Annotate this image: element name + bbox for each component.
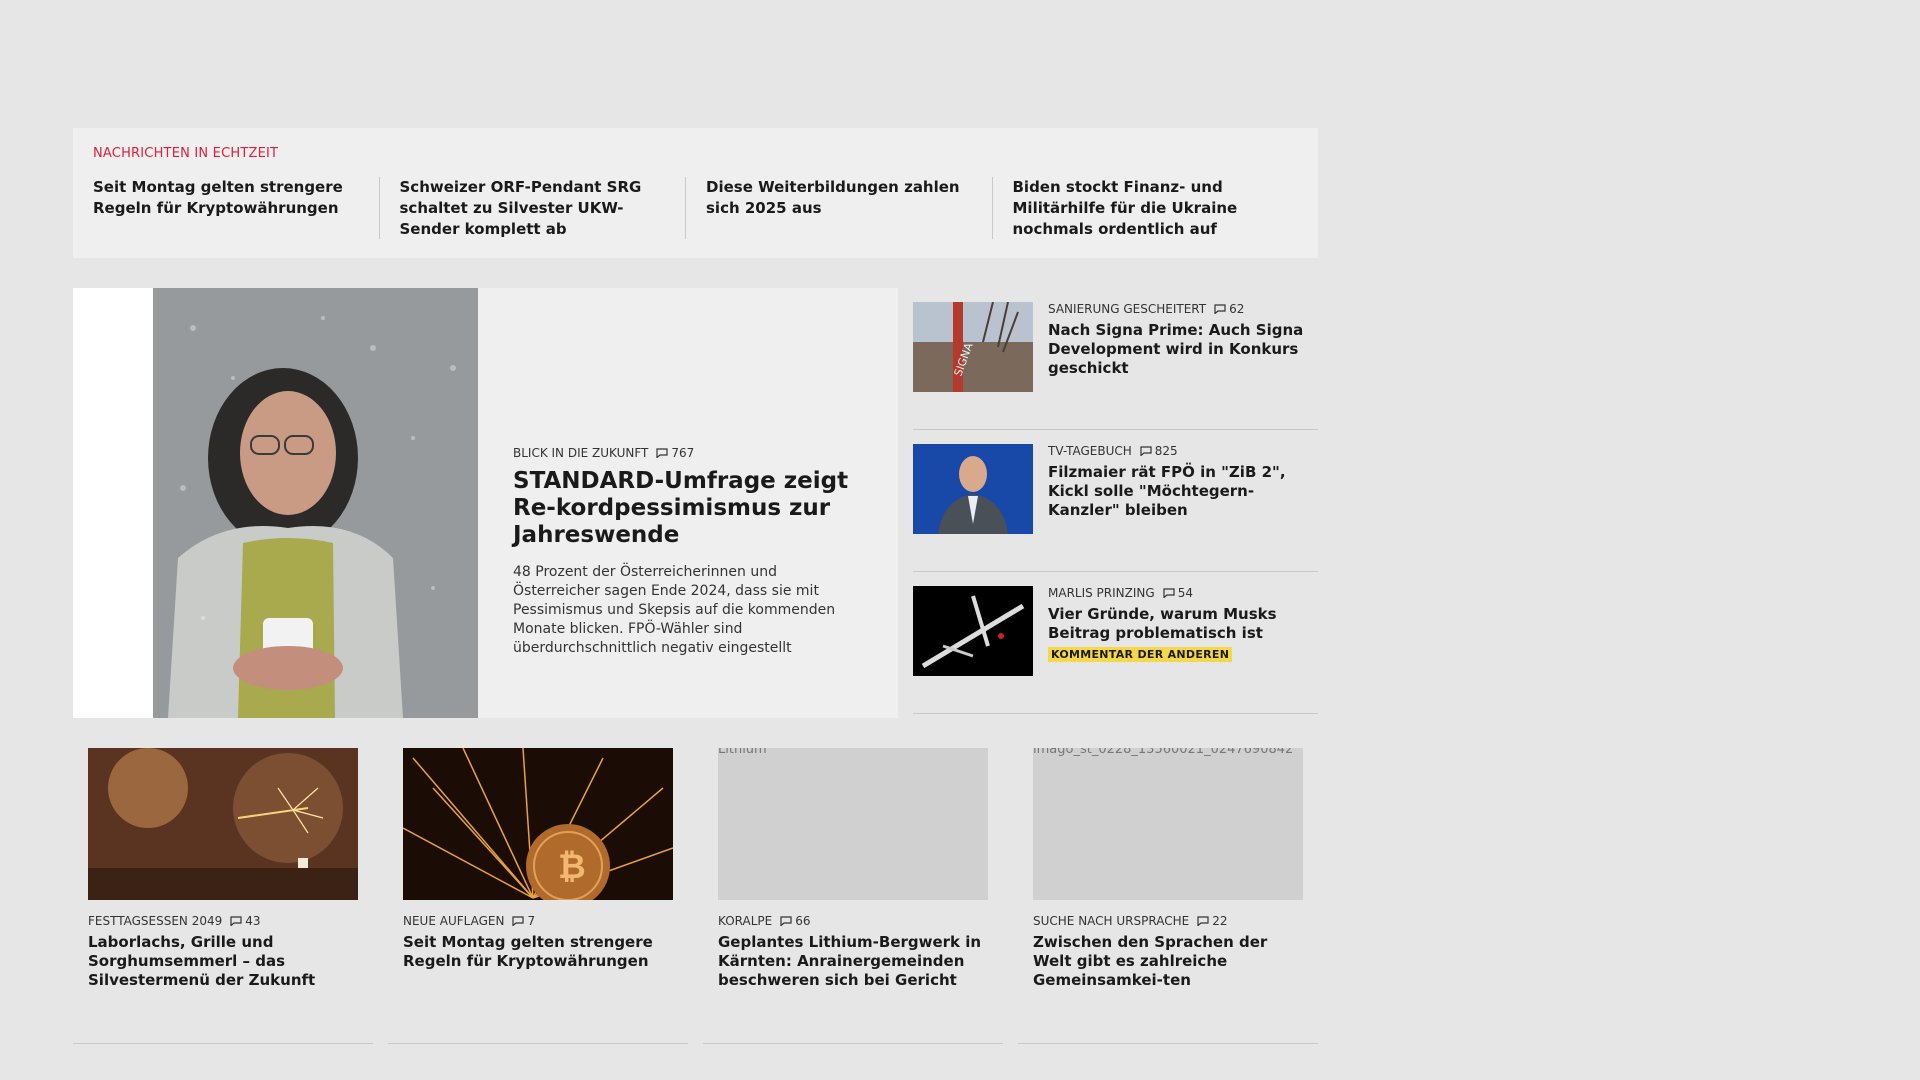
comment-count-value: 22: [1212, 914, 1228, 928]
live-item[interactable]: Biden stockt Finanz- und Militärhilfe fü…: [1013, 177, 1299, 240]
comment-icon: [1163, 588, 1175, 598]
image-alt-text: Lithium: [718, 748, 767, 757]
opinion-badge: KOMMENTAR DER ANDEREN: [1048, 647, 1233, 662]
article-image[interactable]: [88, 748, 358, 900]
comment-count[interactable]: 54: [1163, 586, 1193, 600]
side-article-list: SIGNA SANIERUNG GESCHEITERT 62 Nach Sign…: [913, 288, 1318, 714]
svg-text:₿: ₿: [558, 847, 586, 887]
live-item[interactable]: Diese Weiterbildungen zahlen sich 2025 a…: [706, 177, 992, 240]
article-card[interactable]: FESTTAGSESSEN 2049 43 Laborlachs, Grille…: [73, 748, 373, 1044]
article-kicker: NEUE AUFLAGEN 7: [403, 914, 673, 928]
live-item[interactable]: Seit Montag gelten strengere Regeln für …: [93, 177, 379, 240]
comment-count[interactable]: 825: [1140, 444, 1178, 458]
kicker-text: FESTTAGSESSEN 2049: [88, 914, 223, 928]
article-kicker: SANIERUNG GESCHEITERT 62: [1048, 302, 1313, 316]
image-alt-text: imago_st_0228_13560021_0247690842: [1033, 748, 1294, 757]
comment-count-value: 54: [1177, 586, 1193, 600]
side-article-text: MARLIS PRINZING 54 Vier Gründe, warum Mu…: [1048, 586, 1313, 662]
live-ticker-label: NACHRICHTEN IN ECHTZEIT: [93, 146, 279, 161]
article-card[interactable]: Lithium KORALPE 66 Geplantes Lithium-Ber…: [703, 748, 1003, 1044]
divider: [685, 177, 686, 239]
kicker-text: KORALPE: [718, 914, 773, 928]
article-title[interactable]: Seit Montag gelten strengere Regeln für …: [403, 933, 673, 971]
side-article-text: TV-TAGEBUCH 825 Filzmaier rät FPÖ in "Zi…: [1048, 444, 1313, 520]
live-ticker: NACHRICHTEN IN ECHTZEIT Seit Montag gelt…: [73, 128, 1318, 258]
hero-title[interactable]: STANDARD-Umfrage zeigt Re-kordpessimismu…: [513, 468, 863, 549]
article-image-placeholder[interactable]: Lithium: [718, 748, 988, 900]
side-article[interactable]: SIGNA SANIERUNG GESCHEITERT 62 Nach Sign…: [913, 288, 1318, 430]
comment-icon: [230, 916, 242, 926]
hero-kicker: BLICK IN DIE ZUKUNFT 767: [513, 446, 863, 460]
article-card[interactable]: imago_st_0228_13560021_0247690842 SUCHE …: [1018, 748, 1318, 1044]
article-kicker: FESTTAGSESSEN 2049 43: [88, 914, 358, 928]
kicker-text: SANIERUNG GESCHEITERT: [1048, 302, 1207, 316]
side-article-text: SANIERUNG GESCHEITERT 62 Nach Signa Prim…: [1048, 302, 1313, 378]
comment-count-value: 62: [1229, 302, 1245, 316]
article-kicker: MARLIS PRINZING 54: [1048, 586, 1313, 600]
article-title[interactable]: Filzmaier rät FPÖ in "ZiB 2", Kickl soll…: [1048, 463, 1313, 520]
article-card[interactable]: ₿ NEUE AUFLAGEN 7 Seit Montag gelten str…: [388, 748, 688, 1044]
article-title[interactable]: Nach Signa Prime: Auch Signa Development…: [1048, 321, 1313, 378]
article-title[interactable]: Laborlachs, Grille und Sorghumsemmerl – …: [88, 933, 358, 990]
kicker-text: NEUE AUFLAGEN: [403, 914, 505, 928]
article-thumbnail[interactable]: [913, 586, 1033, 676]
comment-icon: [1214, 304, 1226, 314]
card-text: KORALPE 66 Geplantes Lithium-Bergwerk in…: [718, 914, 988, 990]
article-kicker: SUCHE NACH URSPRACHE 22: [1033, 914, 1303, 928]
hero-article[interactable]: BLICK IN DIE ZUKUNFT 767 STANDARD-Umfrag…: [73, 288, 898, 718]
article-thumbnail[interactable]: [913, 444, 1033, 534]
article-kicker: TV-TAGEBUCH 825: [1048, 444, 1313, 458]
comment-count-value: 825: [1154, 444, 1178, 458]
comment-icon: [512, 916, 525, 926]
side-article[interactable]: TV-TAGEBUCH 825 Filzmaier rät FPÖ in "Zi…: [913, 430, 1318, 572]
article-title[interactable]: Zwischen den Sprachen der Welt gibt es z…: [1033, 933, 1303, 990]
comment-count[interactable]: 767: [656, 446, 694, 460]
comment-icon: [656, 448, 668, 458]
comment-icon: [1140, 446, 1152, 456]
card-text: NEUE AUFLAGEN 7 Seit Montag gelten stren…: [403, 914, 673, 971]
hero-image[interactable]: [73, 288, 478, 718]
card-text: FESTTAGSESSEN 2049 43 Laborlachs, Grille…: [88, 914, 358, 990]
comment-count[interactable]: 66: [780, 914, 811, 928]
divider: [378, 177, 380, 239]
comment-count-value: 43: [245, 914, 261, 928]
article-title[interactable]: Geplantes Lithium-Bergwerk in Kärnten: A…: [718, 933, 988, 990]
comment-count-value: 66: [795, 914, 811, 928]
hero-teaser: 48 Prozent der Österreicherinnen und Öst…: [513, 564, 836, 656]
kicker-text: SUCHE NACH URSPRACHE: [1033, 914, 1190, 928]
comment-icon: [1197, 916, 1209, 926]
article-kicker: KORALPE 66: [718, 914, 988, 928]
article-image-placeholder[interactable]: imago_st_0228_13560021_0247690842: [1033, 748, 1303, 900]
comment-count[interactable]: 22: [1197, 914, 1227, 928]
card-text: SUCHE NACH URSPRACHE 22 Zwischen den Spr…: [1033, 914, 1303, 990]
comment-count[interactable]: 7: [512, 914, 535, 928]
comment-count[interactable]: 43: [230, 914, 261, 928]
article-title[interactable]: Vier Gründe, warum Musks Beitrag problem…: [1048, 605, 1313, 643]
live-item[interactable]: Schweizer ORF-Pendant SRG schaltet zu Si…: [400, 177, 686, 240]
live-ticker-items: Seit Montag gelten strengere Regeln für …: [93, 177, 1298, 240]
side-article[interactable]: MARLIS PRINZING 54 Vier Gründe, warum Mu…: [913, 572, 1318, 714]
kicker-text: MARLIS PRINZING: [1048, 586, 1155, 600]
kicker-text: BLICK IN DIE ZUKUNFT: [513, 446, 649, 460]
comment-icon: [780, 916, 792, 926]
divider: [991, 177, 993, 239]
kicker-text: TV-TAGEBUCH: [1048, 444, 1132, 458]
article-thumbnail[interactable]: SIGNA: [913, 302, 1033, 392]
comment-count[interactable]: 62: [1214, 302, 1244, 316]
comment-count-value: 767: [671, 446, 695, 460]
hero-text: BLICK IN DIE ZUKUNFT 767 STANDARD-Umfrag…: [513, 446, 863, 658]
article-image[interactable]: ₿: [403, 748, 673, 900]
comment-count-value: 7: [527, 914, 536, 928]
